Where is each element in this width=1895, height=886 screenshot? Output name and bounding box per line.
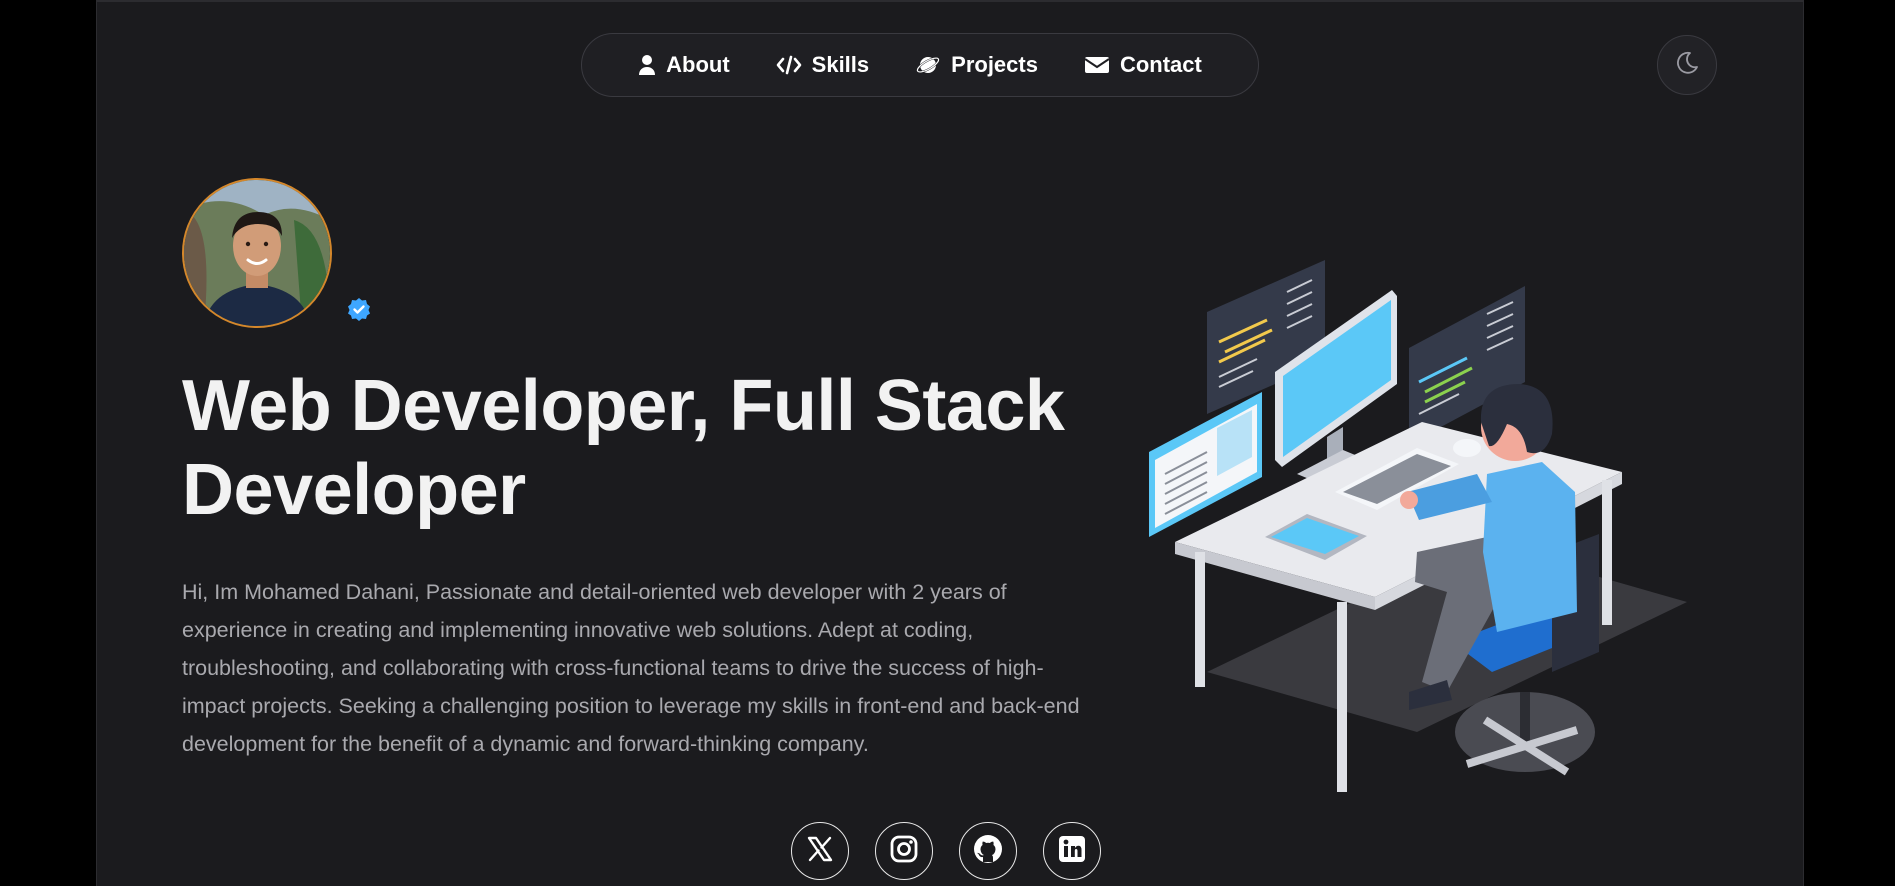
nav-label: Projects [951,52,1038,77]
moon-icon [1673,49,1701,82]
instagram-link[interactable] [875,822,933,880]
social-links [791,822,1101,880]
nav-item-contact[interactable]: Contact [1076,52,1210,78]
linkedin-icon [1057,834,1087,869]
envelope-icon [1084,55,1110,75]
nav-label: Contact [1119,52,1202,77]
verified-badge-icon [347,297,371,326]
bio-paragraph: Hi, Im Mohamed Dahani, Passionate and de… [182,580,1080,756]
portfolio-page: About Skills Projects Contact Web Develo… [96,0,1804,886]
code-icon [776,55,802,75]
page-title: Web Developer, Full Stack Developer [182,364,1082,532]
avatar [182,178,332,328]
nav-item-skills[interactable]: Skills [768,52,877,78]
github-link[interactable] [959,822,1017,880]
x-twitter-icon [805,834,835,869]
title-line-2: Developer [182,450,526,530]
nav-item-about[interactable]: About [630,52,738,78]
user-icon [638,54,656,76]
nav-label: Skills [811,52,870,77]
github-icon [972,833,1004,870]
top-navbar: About Skills Projects Contact [581,33,1259,97]
profile-avatar-wrapper [182,178,334,330]
planet-icon [915,53,941,77]
title-line-1: Web Developer, Full Stack [182,366,1065,446]
linkedin-link[interactable] [1043,822,1101,880]
x-twitter-link[interactable] [791,822,849,880]
instagram-icon [889,834,919,869]
developer-desk-illustration [1147,252,1707,802]
theme-toggle-button[interactable] [1657,35,1717,95]
nav-item-projects[interactable]: Projects [907,52,1046,78]
nav-label: About [666,52,730,77]
